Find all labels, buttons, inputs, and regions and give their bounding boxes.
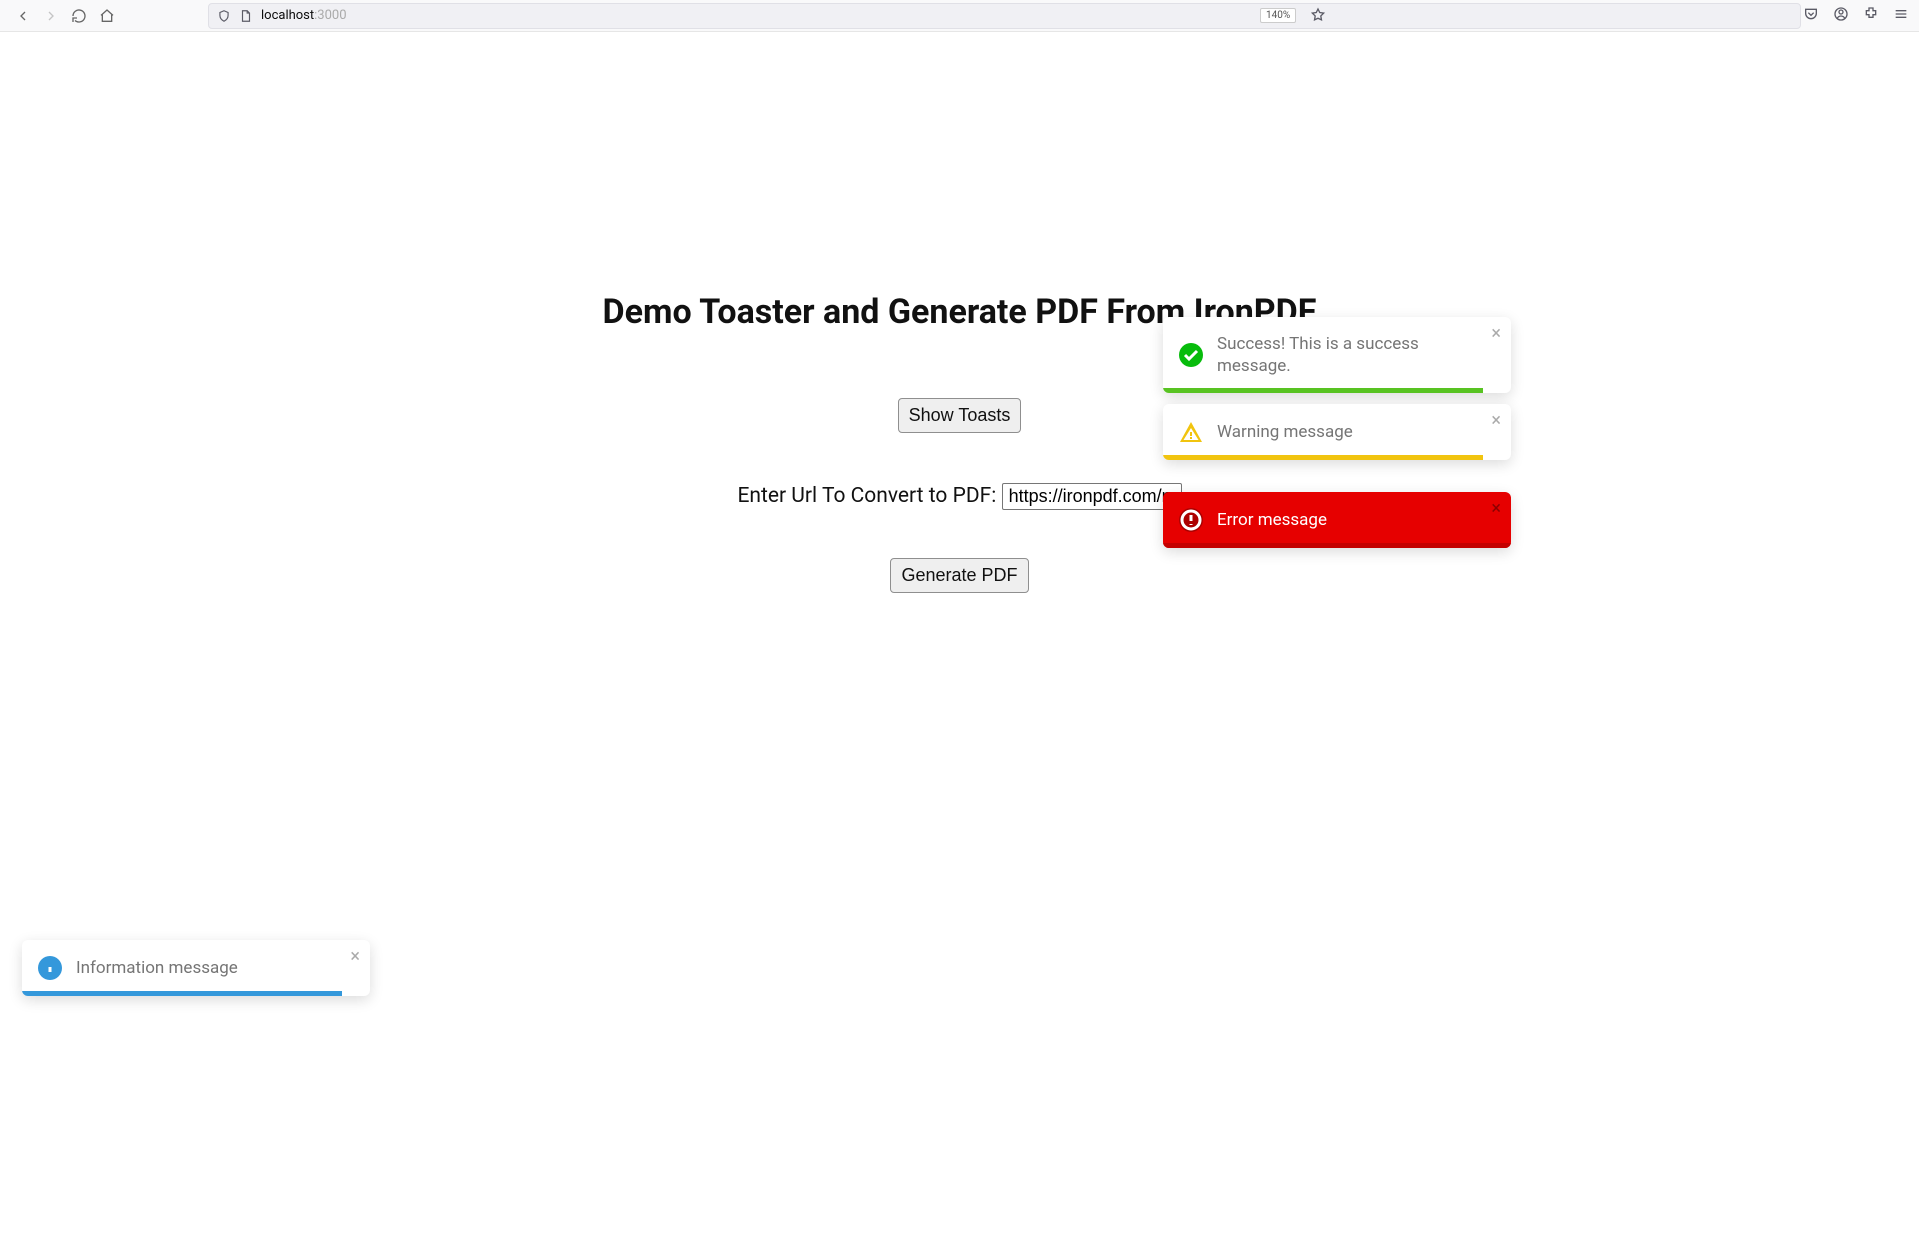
generate-pdf-button[interactable]: Generate PDF bbox=[890, 558, 1028, 593]
url-label: Enter Url To Convert to PDF: bbox=[737, 484, 996, 508]
error-circle-icon bbox=[1179, 508, 1203, 532]
pocket-icon[interactable] bbox=[1803, 6, 1819, 22]
forward-button[interactable] bbox=[42, 7, 60, 25]
url-port: :3000 bbox=[314, 8, 346, 23]
show-toasts-button[interactable]: Show Toasts bbox=[898, 398, 1022, 433]
toast-warning-message: Warning message bbox=[1217, 421, 1353, 443]
toast-error-message: Error message bbox=[1217, 509, 1327, 531]
bookmark-star-icon[interactable] bbox=[1310, 7, 1326, 27]
home-button[interactable] bbox=[98, 7, 116, 25]
page-body: Demo Toaster and Generate PDF From IronP… bbox=[0, 292, 1919, 1241]
toast-info: Information message × bbox=[22, 940, 370, 996]
toast-info-message: Information message bbox=[76, 957, 238, 979]
close-icon[interactable]: × bbox=[1491, 412, 1501, 430]
progress-bar bbox=[1163, 543, 1511, 548]
url-input[interactable] bbox=[1002, 483, 1182, 510]
account-icon[interactable] bbox=[1833, 6, 1849, 22]
warning-triangle-icon bbox=[1179, 420, 1203, 444]
toast-success-message: Success! This is a success message. bbox=[1217, 333, 1469, 377]
progress-bar bbox=[22, 991, 342, 996]
zoom-badge[interactable]: 140% bbox=[1260, 8, 1296, 23]
extensions-icon[interactable] bbox=[1863, 6, 1879, 22]
toast-warning: Warning message × bbox=[1163, 404, 1511, 460]
progress-bar bbox=[1163, 388, 1483, 393]
toast-success: Success! This is a success message. × bbox=[1163, 317, 1511, 393]
browser-chrome: localhost:3000 bbox=[0, 0, 1919, 32]
url-host: localhost bbox=[261, 8, 314, 23]
menu-icon[interactable] bbox=[1893, 6, 1909, 22]
toast-error: Error message × bbox=[1163, 492, 1511, 548]
page-title: Demo Toaster and Generate PDF From IronP… bbox=[0, 292, 1919, 332]
address-bar[interactable]: localhost:3000 bbox=[208, 3, 1801, 29]
check-circle-icon bbox=[1179, 343, 1203, 367]
close-icon[interactable]: × bbox=[1491, 500, 1501, 518]
back-button[interactable] bbox=[14, 7, 32, 25]
address-text: localhost:3000 bbox=[261, 8, 347, 23]
progress-bar bbox=[1163, 455, 1483, 460]
reload-button[interactable] bbox=[70, 7, 88, 25]
shield-icon bbox=[217, 9, 231, 23]
page-icon bbox=[239, 9, 253, 23]
info-circle-icon bbox=[38, 956, 62, 980]
close-icon[interactable]: × bbox=[1491, 325, 1501, 343]
close-icon[interactable]: × bbox=[350, 948, 360, 966]
